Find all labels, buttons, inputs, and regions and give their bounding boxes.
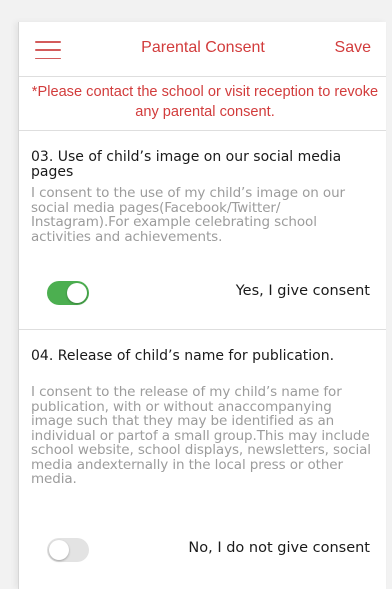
consent-toggle-04[interactable]	[47, 538, 89, 562]
consent-title: 03. Use of child’s image on our social m…	[31, 149, 342, 180]
revoke-notice: *Please contact the school or visit rece…	[31, 84, 379, 120]
consent-status-label: No, I do not give consent	[188, 540, 370, 556]
phone-screen: Parental Consent Save *Please contact th…	[18, 22, 386, 589]
toggle-knob	[67, 283, 87, 303]
save-button[interactable]: Save	[335, 39, 371, 57]
page-title: Parental Consent	[141, 39, 265, 56]
toggle-knob	[49, 540, 69, 560]
header-divider	[19, 76, 386, 77]
consent-description: I consent to the use of my child’s image…	[31, 185, 345, 245]
consent-title: 04. Release of child’s name for publicat…	[31, 348, 335, 364]
consent-status-label: Yes, I give consent	[235, 283, 370, 299]
consent-description: I consent to the release of my child’s n…	[31, 384, 371, 487]
consent-toggle-03[interactable]	[47, 281, 89, 305]
app-header: Parental Consent Save	[19, 22, 386, 76]
notice-divider	[19, 130, 386, 131]
item-divider	[19, 329, 386, 330]
